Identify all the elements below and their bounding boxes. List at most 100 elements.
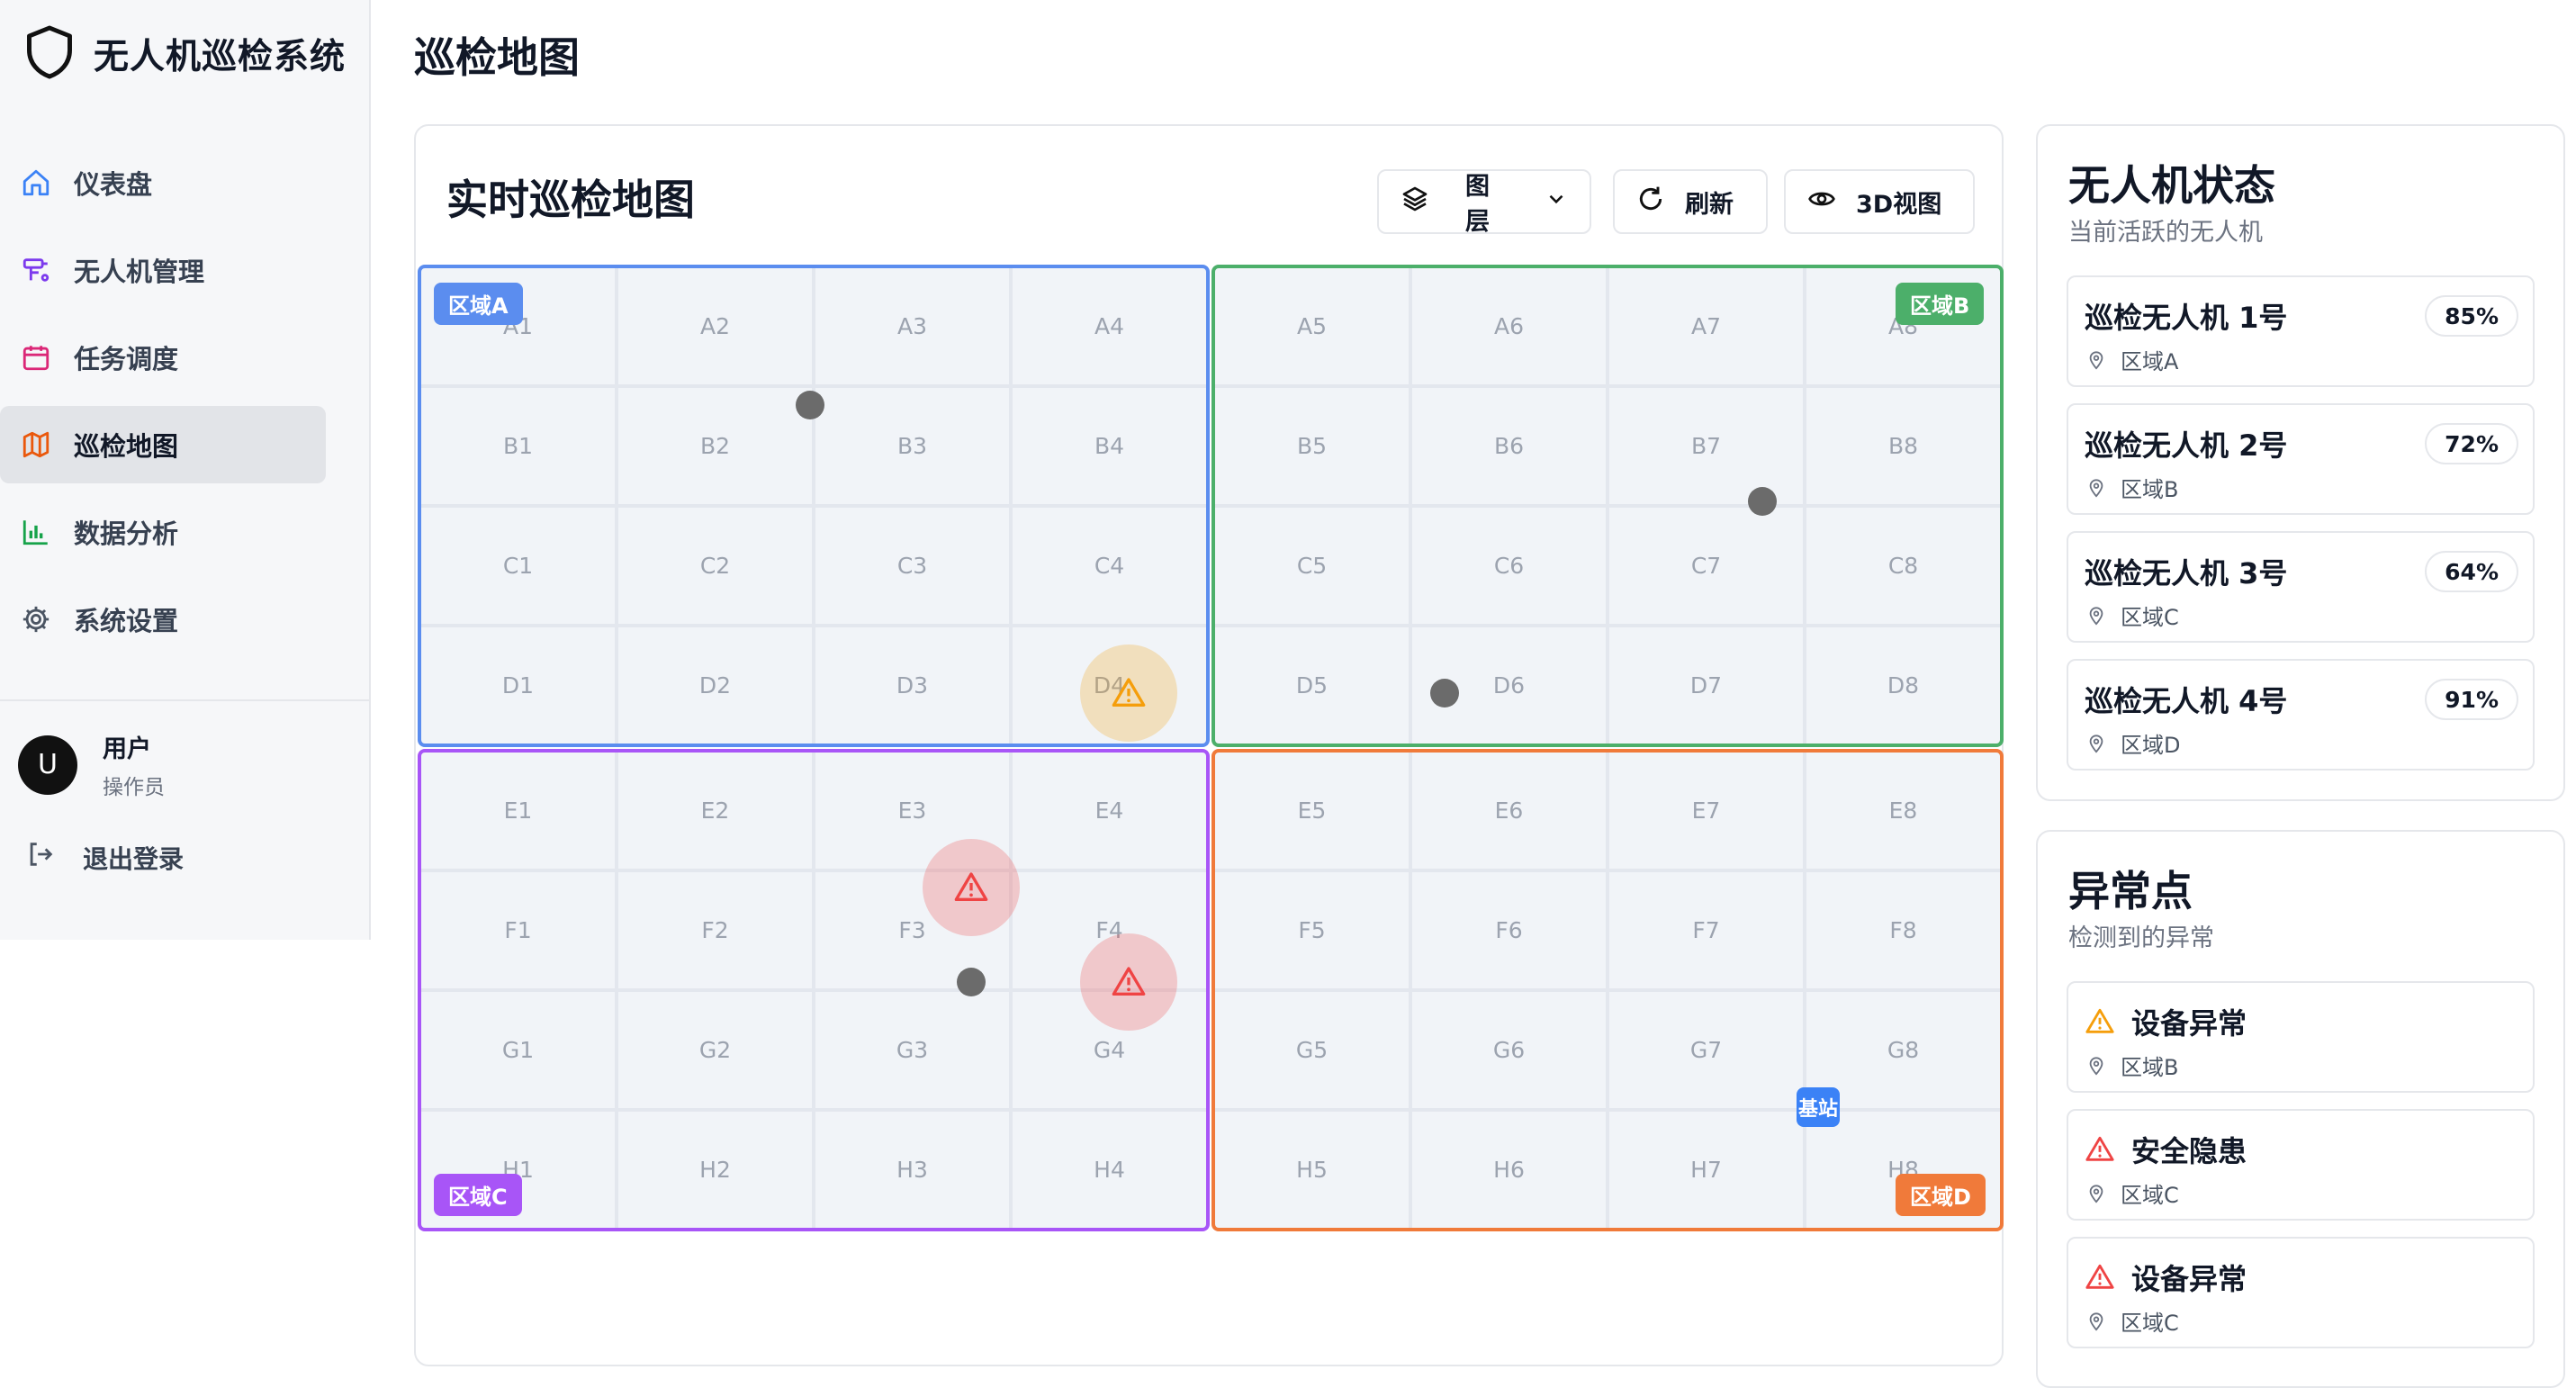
base-station-marker[interactable]: 基站 bbox=[1797, 1087, 1840, 1127]
3d-view-button[interactable]: 3D视图 bbox=[1784, 169, 1975, 234]
map-cell[interactable]: E8 bbox=[1805, 751, 2002, 870]
map-cell[interactable]: A2 bbox=[617, 266, 814, 386]
map-cell[interactable]: D7 bbox=[1608, 626, 1805, 745]
layers-dropdown[interactable]: 图层 bbox=[1377, 169, 1591, 236]
map-cell[interactable]: A6 bbox=[1410, 266, 1608, 386]
anomaly-zone: 区域B bbox=[2121, 1055, 2179, 1080]
map-cell[interactable]: F2 bbox=[617, 870, 814, 990]
anomaly-item[interactable]: 设备异常 区域B bbox=[2067, 981, 2535, 1093]
map-cell[interactable]: H6 bbox=[1410, 1110, 1608, 1230]
map-cell[interactable]: C1 bbox=[419, 506, 617, 626]
sidebar-item-analytics[interactable]: 数据分析 bbox=[0, 493, 349, 571]
drone-marker[interactable] bbox=[957, 968, 986, 996]
sidebar-item-drones[interactable]: 无人机管理 bbox=[0, 231, 349, 309]
alert-marker[interactable] bbox=[923, 839, 1020, 936]
anomaly-item[interactable]: 设备异常 区域C bbox=[2067, 1237, 2535, 1348]
map-cell[interactable]: E7 bbox=[1608, 751, 1805, 870]
map-cell[interactable]: H2 bbox=[617, 1110, 814, 1230]
map-cell[interactable]: G5 bbox=[1213, 990, 1410, 1110]
map-cell[interactable]: B1 bbox=[419, 386, 617, 506]
map-cell[interactable]: A5 bbox=[1213, 266, 1410, 386]
map-cell[interactable]: E1 bbox=[419, 751, 617, 870]
sidebar-item-settings[interactable]: 系统设置 bbox=[0, 581, 349, 658]
map-cell[interactable]: G1 bbox=[419, 990, 617, 1110]
map-cell[interactable]: B4 bbox=[1011, 386, 1208, 506]
map-cell[interactable]: D3 bbox=[814, 626, 1011, 745]
zone-label: 区域C bbox=[434, 1174, 522, 1216]
map-cell[interactable]: F7 bbox=[1608, 870, 1805, 990]
map-cell[interactable]: C8 bbox=[1805, 506, 2002, 626]
map-cell[interactable]: H5 bbox=[1213, 1110, 1410, 1230]
map-cell[interactable]: C2 bbox=[617, 506, 814, 626]
map-cell[interactable]: C6 bbox=[1410, 506, 1608, 626]
map-cell[interactable]: H3 bbox=[814, 1110, 1011, 1230]
map-cell[interactable]: C4 bbox=[1011, 506, 1208, 626]
map-cell[interactable]: E4 bbox=[1011, 751, 1208, 870]
sidebar: 无人机巡检系统 仪表盘 无人机管理 任务调度 巡检地图 数据分析 系统设置 U … bbox=[0, 0, 371, 940]
map-cell[interactable]: G6 bbox=[1410, 990, 1608, 1110]
user-profile[interactable]: U 用户 操作员 bbox=[18, 729, 165, 800]
sidebar-item-dashboard[interactable]: 仪表盘 bbox=[0, 144, 349, 221]
drone-marker[interactable] bbox=[1430, 679, 1459, 708]
refresh-label: 刷新 bbox=[1685, 190, 1734, 219]
map-cell[interactable]: E5 bbox=[1213, 751, 1410, 870]
map-cell[interactable]: A3 bbox=[814, 266, 1011, 386]
map-cell[interactable]: F8 bbox=[1805, 870, 2002, 990]
user-role: 操作员 bbox=[103, 776, 165, 799]
map-pin-icon bbox=[2089, 350, 2103, 370]
map-cell[interactable]: B8 bbox=[1805, 386, 2002, 506]
map-cell[interactable]: C7 bbox=[1608, 506, 1805, 626]
logout-button[interactable]: 退出登录 bbox=[25, 839, 184, 876]
drone-marker[interactable] bbox=[796, 391, 824, 419]
map-cell[interactable]: F5 bbox=[1213, 870, 1410, 990]
drone-zone: 区域C bbox=[2121, 605, 2179, 630]
alert-marker[interactable] bbox=[1080, 933, 1177, 1031]
map-cell[interactable]: A7 bbox=[1608, 266, 1805, 386]
map-cell[interactable]: D5 bbox=[1213, 626, 1410, 745]
drone-status-item[interactable]: 巡检无人机 1号 85% 区域A bbox=[2067, 275, 2535, 387]
map-cell[interactable]: B6 bbox=[1410, 386, 1608, 506]
drone-location: 区域C bbox=[2086, 599, 2179, 631]
drone-marker[interactable] bbox=[1748, 487, 1777, 516]
refresh-button[interactable]: 刷新 bbox=[1613, 169, 1768, 234]
map-cell[interactable]: A4 bbox=[1011, 266, 1208, 386]
alert-marker[interactable] bbox=[1080, 644, 1177, 742]
map-cell[interactable]: D8 bbox=[1805, 626, 2002, 745]
zone-label: 区域D bbox=[1896, 1174, 1986, 1216]
map-cell[interactable]: C5 bbox=[1213, 506, 1410, 626]
map-cell[interactable]: E6 bbox=[1410, 751, 1608, 870]
map-cell[interactable]: G2 bbox=[617, 990, 814, 1110]
sidebar-item-map[interactable]: 巡检地图 bbox=[0, 406, 326, 483]
drone-status-panel: 无人机状态 当前活跃的无人机 巡检无人机 1号 85% 区域A 巡检无人机 2号 72%… bbox=[2036, 124, 2565, 801]
refresh-icon bbox=[1636, 185, 1665, 220]
map-cell[interactable]: F1 bbox=[419, 870, 617, 990]
map-cell[interactable]: C3 bbox=[814, 506, 1011, 626]
patrol-map-grid[interactable]: A1 A2 A3 A4 A5 A6 A7 A8 B1 B2 B3 B4 B5 B6 B7 B8 C1 C2 C3 C4… bbox=[416, 263, 2005, 1231]
map-cell[interactable]: G7 bbox=[1608, 990, 1805, 1110]
drone-name: 巡检无人机 4号 bbox=[2085, 684, 2288, 718]
anomaly-item[interactable]: 安全隐患 区域C bbox=[2067, 1109, 2535, 1221]
map-cell[interactable]: H7 bbox=[1608, 1110, 1805, 1230]
logout-label: 退出登录 bbox=[83, 843, 185, 874]
drone-status-item[interactable]: 巡检无人机 4号 91% 区域D bbox=[2067, 659, 2535, 771]
drone-status-item[interactable]: 巡检无人机 3号 64% 区域C bbox=[2067, 531, 2535, 643]
map-pin-icon bbox=[2089, 1311, 2103, 1331]
map-pin-icon bbox=[2089, 478, 2103, 498]
map-cell[interactable]: H4 bbox=[1011, 1110, 1208, 1230]
eye-icon bbox=[1807, 185, 1836, 220]
map-cell[interactable]: D1 bbox=[419, 626, 617, 745]
map-cell[interactable]: G3 bbox=[814, 990, 1011, 1110]
anomaly-zone: 区域C bbox=[2121, 1311, 2179, 1336]
map-cell[interactable]: B3 bbox=[814, 386, 1011, 506]
warning-icon bbox=[2085, 1264, 2114, 1289]
map-cell[interactable]: D2 bbox=[617, 626, 814, 745]
sidebar-nav: 仪表盘 无人机管理 任务调度 巡检地图 数据分析 系统设置 bbox=[0, 144, 371, 668]
anomaly-panel: 异常点 检测到的异常 设备异常 区域B 安全隐患 区域C 设备异常 区域C bbox=[2036, 830, 2565, 1388]
map-cell[interactable]: B7 bbox=[1608, 386, 1805, 506]
map-cell[interactable]: F6 bbox=[1410, 870, 1608, 990]
sidebar-item-tasks[interactable]: 任务调度 bbox=[0, 319, 349, 396]
drone-status-item[interactable]: 巡检无人机 2号 72% 区域B bbox=[2067, 403, 2535, 515]
map-cell[interactable]: E2 bbox=[617, 751, 814, 870]
map-cell[interactable]: B5 bbox=[1213, 386, 1410, 506]
map-cell[interactable]: B2 bbox=[617, 386, 814, 506]
